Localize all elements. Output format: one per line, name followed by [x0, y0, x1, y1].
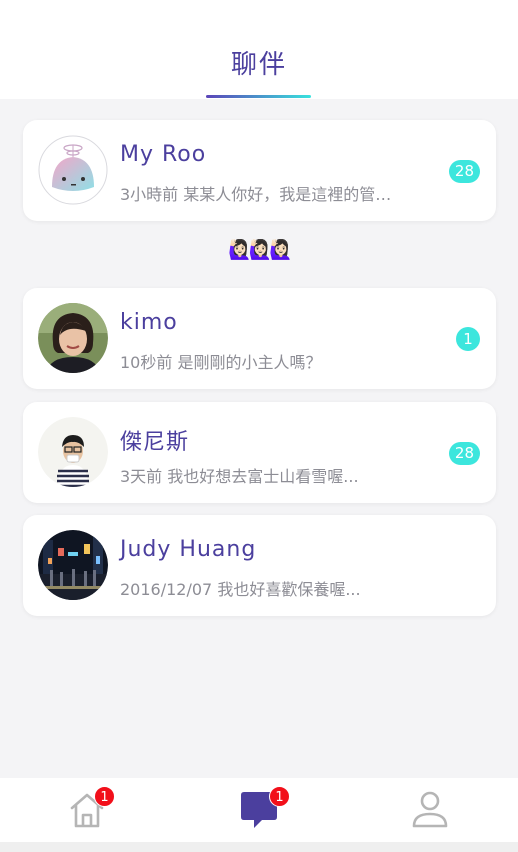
chat-item-judy-huang[interactable]: Judy Huang 2016/12/07 我也好喜歡保養喔... — [23, 515, 496, 616]
bottom-tab-bar: 1 1 — [0, 778, 518, 842]
chat-item-jenis[interactable]: 傑尼斯 3天前 我也好想去富士山看雪喔... 28 — [23, 402, 496, 503]
message-preview: 10秒前 是剛剛的小主人嗎？ — [120, 349, 440, 373]
page-title: 聊伴 — [230, 50, 287, 80]
bottom-safe-area — [0, 842, 518, 852]
emoji-divider: 🙋🏻‍♀️🙋🏻‍♀️🙋🏻‍♀️ — [228, 239, 293, 261]
contact-name: 傑尼斯 — [120, 430, 190, 455]
message-text: 某某人你好，我是這裡的管… — [183, 185, 392, 204]
boy-avatar — [38, 417, 108, 487]
message-time: 3小時前 — [120, 185, 179, 204]
message-time: 2016/12/07 — [120, 580, 213, 599]
message-time: 10秒前 — [120, 353, 173, 372]
chat-item-my-roo[interactable]: My Roo 3小時前 某某人你好，我是這裡的管… 28 — [23, 120, 496, 221]
contact-name: kimo — [120, 310, 178, 335]
unread-badge: 28 — [448, 442, 480, 465]
contact-name: My Roo — [120, 142, 207, 167]
chat-notification-badge: 1 — [269, 786, 290, 807]
message-text: 我也好喜歡保養喔... — [217, 580, 361, 599]
message-text: 是剛剛的小主人嗎？ — [177, 353, 322, 372]
unread-badge: 28 — [448, 160, 480, 183]
tab-profile[interactable] — [409, 788, 459, 834]
message-text: 我也好想去富士山看雪喔... — [167, 467, 359, 486]
home-notification-badge: 1 — [94, 786, 115, 807]
robot-avatar — [38, 135, 108, 205]
chat-item-kimo[interactable]: kimo 10秒前 是剛剛的小主人嗎？ 1 — [23, 288, 496, 389]
tab-chat[interactable]: 1 — [238, 786, 290, 834]
title-underline — [206, 95, 311, 98]
unread-badge: 1 — [456, 327, 480, 351]
user-profile-icon — [412, 791, 448, 828]
tab-home[interactable]: 1 — [66, 786, 116, 834]
message-time: 3天前 — [120, 467, 163, 486]
contact-name: Judy Huang — [120, 537, 257, 562]
woman-avatar — [38, 303, 108, 373]
message-preview: 3小時前 某某人你好，我是這裡的管… — [120, 181, 440, 205]
city-night-avatar — [38, 530, 108, 600]
message-preview: 2016/12/07 我也好喜歡保養喔... — [120, 576, 440, 600]
message-preview: 3天前 我也好想去富士山看雪喔... — [120, 463, 440, 487]
header: 聊伴 — [0, 0, 518, 99]
